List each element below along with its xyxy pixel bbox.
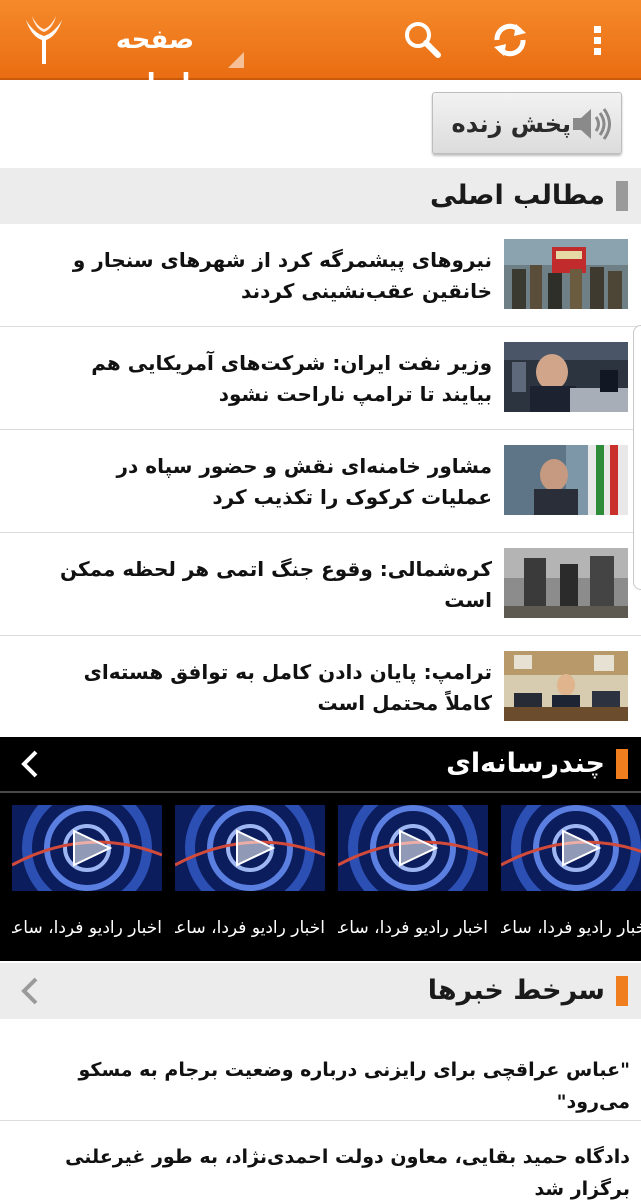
- top-stories-header: مطالب اصلی: [0, 168, 641, 224]
- story-headline: مشاور خامنه‌ای نقش و حضور سپاه در عملیات…: [116, 453, 492, 509]
- refresh-icon[interactable]: [490, 20, 530, 60]
- story-headline: کره‌شمالی: وقوع جنگ اتمی هر لحظه ممکن اس…: [59, 556, 492, 612]
- video-card[interactable]: اخبار رادیو فردا، ساعت: [338, 805, 488, 955]
- speaker-icon: [573, 108, 611, 140]
- section-marker: [616, 976, 628, 1006]
- video-thumbnail: [338, 805, 488, 891]
- live-button-label: پخش زنده: [451, 110, 571, 138]
- search-icon[interactable]: [402, 20, 442, 60]
- headlines-title: سرخط خبرها: [427, 975, 605, 1006]
- edge-scroll-handle[interactable]: [633, 325, 641, 590]
- story-thumbnail: [504, 548, 628, 618]
- action-bar: صفحه اصلی: [0, 0, 641, 99]
- dropdown-caret-icon[interactable]: [228, 52, 244, 68]
- video-card[interactable]: اخبار رادیو فردا، ساعت: [12, 805, 162, 955]
- page-title[interactable]: صفحه اصلی: [80, 18, 230, 99]
- video-thumbnail: [12, 805, 162, 891]
- story-thumbnail: [504, 651, 628, 721]
- video-caption: اخبار رادیو فردا، ساعت: [501, 918, 641, 938]
- rfe-torch-logo[interactable]: [22, 12, 66, 68]
- story-thumbnail: [504, 445, 628, 515]
- story-headline: وزیر نفت ایران: شرکت‌های آمریکایی هم بیا…: [91, 350, 492, 406]
- headline-text: دادگاه حمید بقایی، معاون دولت احمدی‌نژاد…: [65, 1146, 630, 1200]
- live-stream-button[interactable]: پخش زنده: [432, 92, 622, 154]
- story-item[interactable]: نیروهای پیشمرگه کرد از شهرهای سنجار و خا…: [0, 224, 641, 327]
- chevron-left-icon[interactable]: [16, 748, 44, 780]
- video-caption: اخبار رادیو فردا، ساعت: [12, 918, 162, 938]
- story-item[interactable]: مشاور خامنه‌ای نقش و حضور سپاه در عملیات…: [0, 430, 641, 533]
- live-row: پخش زنده: [0, 80, 641, 168]
- video-card[interactable]: اخبار رادیو فردا، ساعت: [501, 805, 641, 955]
- section-marker: [616, 181, 628, 211]
- multimedia-header: چندرسانه‌ای: [0, 737, 641, 791]
- section-marker: [616, 749, 628, 779]
- headline-text: "عباس عراقچی برای رایزنی درباره وضعیت بر…: [78, 1059, 630, 1113]
- top-stories-title: مطالب اصلی: [430, 180, 605, 211]
- video-card[interactable]: اخبار رادیو فردا، ساعت: [175, 805, 325, 955]
- overflow-menu-icon[interactable]: [585, 20, 611, 60]
- video-thumbnail: [175, 805, 325, 891]
- story-item[interactable]: ترامپ: پایان دادن کامل به توافق هسته‌ای …: [0, 636, 641, 739]
- video-caption: اخبار رادیو فردا، ساعت: [338, 918, 488, 938]
- chevron-left-icon[interactable]: [16, 975, 44, 1007]
- video-caption: اخبار رادیو فردا، ساعت: [175, 918, 325, 938]
- multimedia-title: چندرسانه‌ای: [446, 748, 605, 779]
- multimedia-carousel[interactable]: اخبار رادیو فردا، ساعت اخبار رادیو فردا،…: [0, 793, 641, 961]
- story-headline: ترامپ: پایان دادن کامل به توافق هسته‌ای …: [83, 659, 492, 715]
- story-item[interactable]: وزیر نفت ایران: شرکت‌های آمریکایی هم بیا…: [0, 327, 641, 430]
- headline-item[interactable]: "عباس عراقچی برای رایزنی درباره وضعیت بر…: [0, 1019, 641, 1121]
- story-item[interactable]: کره‌شمالی: وقوع جنگ اتمی هر لحظه ممکن اس…: [0, 533, 641, 636]
- headline-item[interactable]: دادگاه حمید بقایی، معاون دولت احمدی‌نژاد…: [0, 1121, 641, 1200]
- story-thumbnail: [504, 239, 628, 309]
- story-headline: نیروهای پیشمرگه کرد از شهرهای سنجار و خا…: [72, 247, 492, 303]
- video-thumbnail: [501, 805, 641, 891]
- story-thumbnail: [504, 342, 628, 412]
- headlines-header: سرخط خبرها: [0, 963, 641, 1019]
